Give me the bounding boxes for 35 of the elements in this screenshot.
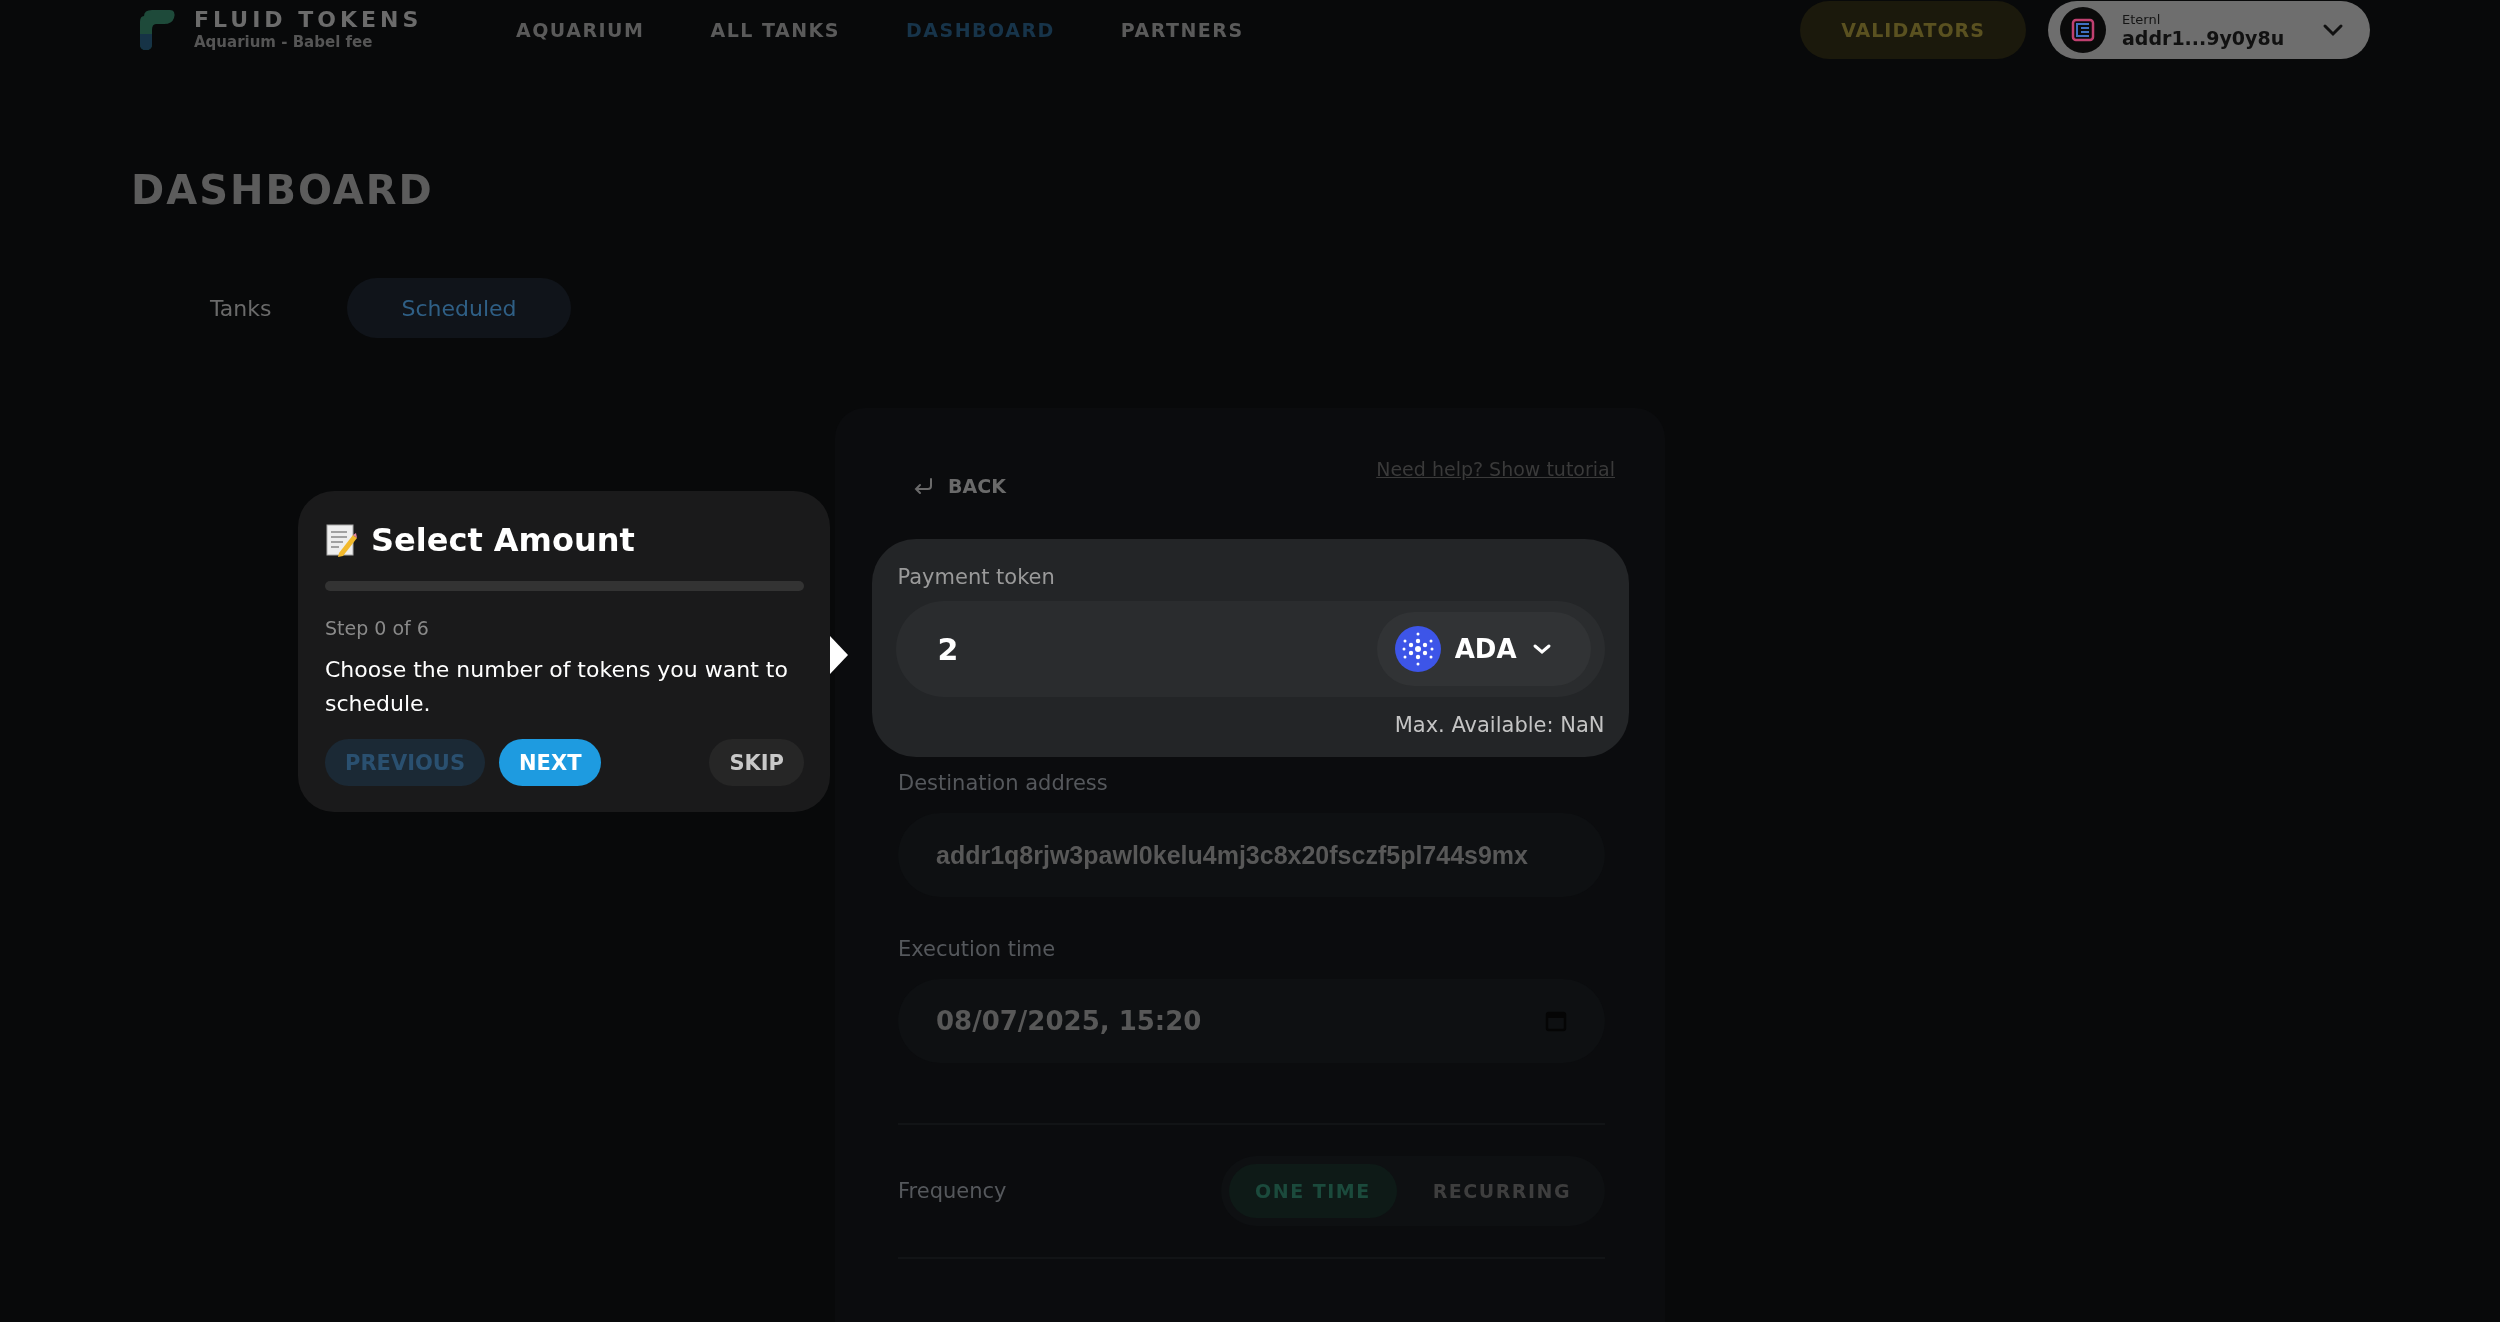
nav-link[interactable]: ALL TANKS xyxy=(710,19,840,41)
token-select[interactable]: ADA xyxy=(1376,612,1591,686)
tab[interactable]: Scheduled xyxy=(347,278,571,338)
validators-button[interactable]: VALIDATORS xyxy=(1800,1,2026,59)
wallet-button[interactable]: Eternl addr1...9y0y8u xyxy=(2048,1,2370,59)
pointer-arrow-icon xyxy=(830,636,848,674)
return-arrow-icon xyxy=(912,477,934,495)
popover-title: Select Amount xyxy=(371,521,635,559)
previous-button[interactable]: PREVIOUS xyxy=(325,739,485,786)
brand-subtitle: Aquarium - Babel fee xyxy=(194,32,374,52)
field-label: Frequency xyxy=(898,1179,1007,1203)
field-label: Destination address xyxy=(898,771,1109,795)
page-title: DASHBOARD xyxy=(131,166,435,215)
brand-name: FLUID TOKENS xyxy=(194,8,423,32)
popover-text: Choose the number of tokens you want to schedule. xyxy=(325,656,789,718)
nav-link[interactable]: DASHBOARD xyxy=(906,19,1055,41)
field-label: Payment token xyxy=(896,565,1056,589)
step-counter: Step 0 of 6 xyxy=(325,617,430,639)
nav-link[interactable]: AQUARIUM xyxy=(516,19,645,41)
next-button[interactable]: NEXT xyxy=(499,739,602,786)
wallet-name: Eternl xyxy=(2122,11,2162,27)
ada-token-icon xyxy=(1394,626,1441,672)
nav-link[interactable]: PARTNERS xyxy=(1120,19,1244,41)
memo-icon xyxy=(325,523,357,557)
skip-button[interactable]: SKIP xyxy=(709,739,804,786)
address-field[interactable]: addr1q8rjw3pawl0kelu4mj3c8x20fsczf5pl744s9mx xyxy=(898,813,1605,897)
back-button[interactable]: BACK xyxy=(912,472,1006,500)
tab[interactable]: Tanks xyxy=(156,278,326,338)
datetime-field[interactable]: 08/07/2025, 15:20 xyxy=(898,979,1605,1063)
amount-field[interactable]: 2 ADA xyxy=(895,601,1605,697)
wallet-icon xyxy=(2060,7,2106,53)
chevron-down-icon xyxy=(2322,23,2344,37)
wallet-address: addr1...9y0y8u xyxy=(2122,26,2286,49)
max-available: Max. Available: NaN xyxy=(1393,713,1605,737)
field-label: Execution time xyxy=(898,937,1057,961)
